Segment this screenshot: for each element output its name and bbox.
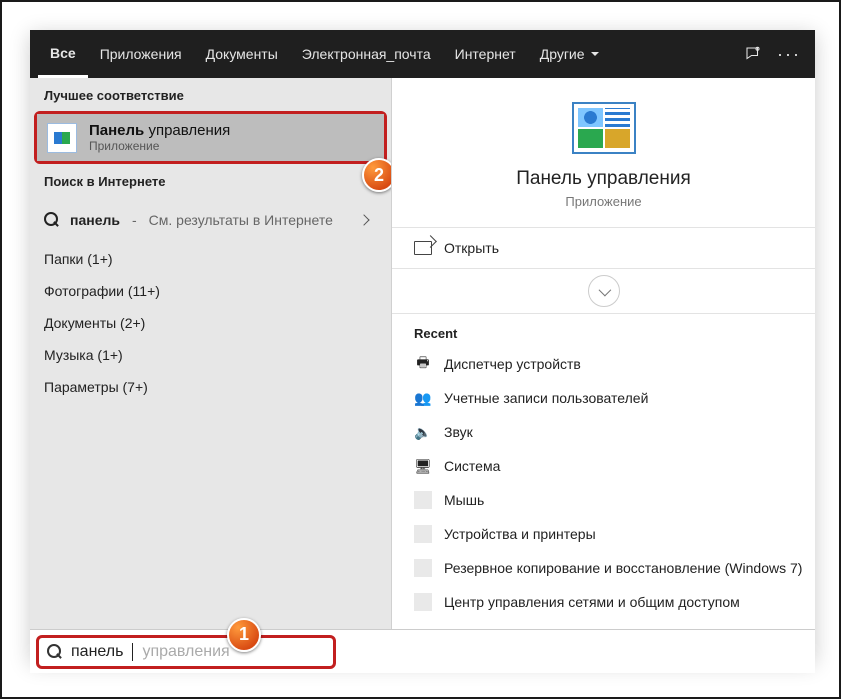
search-input[interactable]: панель управления 1: [36, 635, 336, 669]
open-action[interactable]: Открыть: [392, 227, 815, 269]
control-panel-hero-icon: [572, 102, 636, 154]
placeholder-icon: [414, 559, 432, 577]
recent-user-accounts[interactable]: 👥Учетные записи пользователей: [392, 381, 815, 415]
category-photos[interactable]: Фотографии (11+): [30, 275, 391, 307]
text-cursor: [132, 643, 133, 661]
preview-panel: Панель управления Приложение Открыть Rec…: [392, 78, 815, 661]
recent-sound[interactable]: 🔈Звук: [392, 415, 815, 449]
recent-device-manager[interactable]: 🖶Диспетчер устройств: [392, 347, 815, 381]
feedback-icon[interactable]: [735, 30, 771, 78]
expand-button[interactable]: [588, 275, 620, 307]
preview-hero: Панель управления Приложение: [392, 78, 815, 227]
start-search-window: Все Приложения Документы Электронная_поч…: [30, 30, 815, 661]
placeholder-icon: [414, 491, 432, 509]
category-folders[interactable]: Папки (1+): [30, 243, 391, 275]
category-settings[interactable]: Параметры (7+): [30, 371, 391, 403]
taskbar-search-area: панель управления 1: [30, 629, 815, 673]
tab-email[interactable]: Электронная_почта: [290, 30, 443, 78]
search-icon: [44, 212, 60, 228]
best-match-subtitle: Приложение: [89, 139, 230, 153]
open-icon: [414, 241, 432, 255]
web-term: панель: [70, 212, 120, 228]
search-suggestion-text: управления: [142, 643, 229, 661]
search-typed-text: панель: [71, 643, 123, 661]
recent-mouse[interactable]: Мышь: [392, 483, 815, 517]
expand-row: [392, 269, 815, 314]
best-match-text: Панель управления Приложение: [89, 122, 230, 153]
preview-subtitle: Приложение: [565, 194, 641, 209]
tab-other-dropdown[interactable]: Другие: [528, 30, 611, 78]
recent-list: 🖶Диспетчер устройств 👥Учетные записи пол…: [392, 347, 815, 619]
open-label: Открыть: [444, 240, 499, 256]
web-search-label: Поиск в Интернете: [30, 164, 391, 197]
placeholder-icon: [414, 525, 432, 543]
web-sep: -: [132, 212, 137, 228]
web-search-item[interactable]: панель - См. результаты в Интернете: [30, 197, 391, 243]
tab-internet[interactable]: Интернет: [443, 30, 528, 78]
category-music[interactable]: Музыка (1+): [30, 339, 391, 371]
more-options-icon[interactable]: ···: [771, 30, 807, 78]
tab-all[interactable]: Все: [38, 30, 88, 78]
annotation-badge-1: 1: [227, 618, 261, 652]
annotation-highlight-2: Панель управления Приложение 2: [34, 111, 387, 164]
recent-label: Recent: [392, 314, 815, 347]
best-match-item[interactable]: Панель управления Приложение: [37, 114, 384, 161]
device-manager-icon: 🖶: [414, 355, 432, 373]
results-panel: Лучшее соответствие Панель управления Пр…: [30, 78, 392, 661]
recent-devices-printers[interactable]: Устройства и принтеры: [392, 517, 815, 551]
preview-title: Панель управления: [516, 168, 691, 190]
tab-documents[interactable]: Документы: [194, 30, 290, 78]
system-icon: 🖥: [414, 457, 432, 475]
chevron-right-icon: [351, 207, 377, 233]
recent-network-center[interactable]: Центр управления сетями и общим доступом: [392, 585, 815, 619]
recent-backup-restore[interactable]: Резервное копирование и восстановление (…: [392, 551, 815, 585]
tutorial-frame: Все Приложения Документы Электронная_поч…: [0, 0, 841, 699]
tab-apps[interactable]: Приложения: [88, 30, 194, 78]
recent-system[interactable]: 🖥Система: [392, 449, 815, 483]
search-scope-tabbar: Все Приложения Документы Электронная_поч…: [30, 30, 815, 78]
users-icon: 👥: [414, 389, 432, 407]
category-documents[interactable]: Документы (2+): [30, 307, 391, 339]
web-hint: См. результаты в Интернете: [149, 212, 333, 228]
placeholder-icon: [414, 593, 432, 611]
annotation-badge-2: 2: [362, 158, 392, 192]
best-match-label: Лучшее соответствие: [30, 78, 391, 111]
best-match-title: Панель управления: [89, 122, 230, 139]
sound-icon: 🔈: [414, 423, 432, 441]
search-icon: [47, 644, 63, 660]
control-panel-icon: [47, 123, 77, 153]
